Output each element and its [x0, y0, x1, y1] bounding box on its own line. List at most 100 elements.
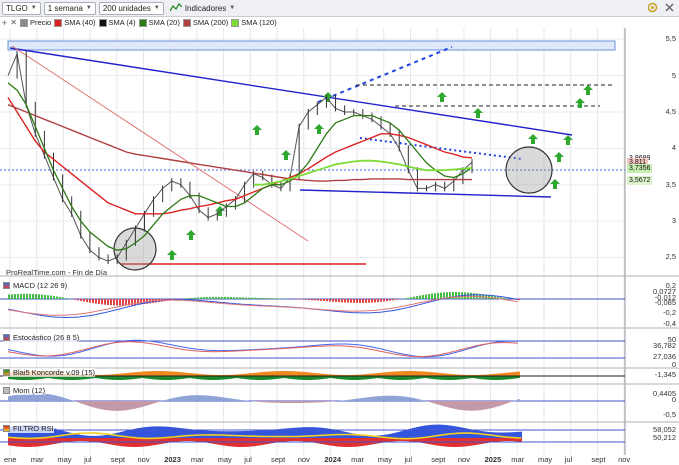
- month-label: nov: [137, 455, 150, 464]
- macd-bar: [248, 297, 250, 299]
- legend-item[interactable]: SMA (200): [182, 18, 228, 27]
- koncorde-bar: [216, 376, 218, 380]
- mom-bar: [186, 395, 188, 401]
- koncorde-bar: [490, 376, 492, 380]
- koncorde-bar: [184, 372, 186, 376]
- mom-bar: [20, 394, 22, 401]
- mom-bar: [124, 401, 126, 411]
- rsi-bar: [98, 435, 100, 438]
- mom-bar: [474, 401, 476, 411]
- ticker-selector[interactable]: TLGO ▼: [2, 1, 41, 15]
- up-arrow-icon: [550, 179, 560, 189]
- koncorde-bar: [342, 376, 344, 380]
- add-indicator-icon[interactable]: +: [2, 18, 7, 28]
- up-arrow-icon: [167, 250, 177, 260]
- units-selector[interactable]: 200 unidades ▼: [98, 1, 164, 15]
- koncorde-bar: [176, 371, 178, 376]
- koncorde-bar: [158, 376, 160, 380]
- koncorde-bar: [504, 376, 506, 380]
- stoch-label[interactable]: Estocástico (26 8 5): [3, 333, 80, 342]
- koncorde-bar: [266, 371, 268, 376]
- period-selector[interactable]: 1 semana ▼: [43, 1, 96, 15]
- rsi-bar: [426, 425, 428, 438]
- macd-bar: [377, 299, 379, 303]
- rsi-bar: [370, 438, 372, 445]
- macd-bar: [191, 297, 193, 299]
- koncorde-bar: [116, 376, 118, 380]
- koncorde-bar: [346, 376, 348, 380]
- legend-item[interactable]: SMA (20): [138, 18, 180, 27]
- koncorde-bar: [408, 371, 410, 376]
- close-icon[interactable]: [664, 2, 675, 13]
- koncorde-bar: [396, 376, 398, 380]
- ticker-label: TLGO: [6, 3, 28, 13]
- macd-bar: [20, 293, 22, 299]
- indicators-button[interactable]: Indicadores ▼: [167, 2, 238, 15]
- koncorde-bar: [294, 376, 296, 380]
- mom-bar: [266, 401, 268, 403]
- rsi-label[interactable]: FILTRO RSI: [3, 424, 54, 433]
- mom-bar: [54, 395, 56, 401]
- rsi-bar: [424, 438, 426, 444]
- trendline-lower: [299, 189, 552, 198]
- price-chart[interactable]: [0, 28, 679, 455]
- price-tick: 3: [671, 216, 676, 226]
- indicator-legend: + ✕ Precio SMA (40) SMA (4) SMA (20) SMA (20…: [0, 17, 600, 28]
- rsi-bar: [194, 429, 196, 438]
- koncorde-bar: [364, 376, 366, 380]
- rsi-bar: [68, 438, 70, 442]
- koncorde-bar: [460, 376, 462, 380]
- mom-bar: [190, 395, 192, 401]
- legend-item[interactable]: SMA (4): [98, 18, 136, 27]
- koncorde-bar: [268, 376, 270, 380]
- koncorde-bar: [294, 371, 296, 376]
- month-label: may: [217, 455, 232, 464]
- legend-item[interactable]: SMA (40): [54, 18, 96, 27]
- mom-bar: [468, 401, 470, 411]
- rsi-bar: [78, 434, 80, 438]
- mom-bar: [430, 401, 432, 403]
- mom-label[interactable]: Mom (12): [3, 386, 46, 395]
- rsi-bar: [158, 426, 160, 438]
- close-legend-icon[interactable]: ✕: [10, 18, 17, 27]
- mom-bar: [232, 398, 234, 401]
- up-arrow-icon: [252, 125, 262, 135]
- koncorde-bar: [350, 376, 352, 380]
- koncorde-label[interactable]: Blai5 Koncorde v.09 (15): [3, 368, 95, 377]
- koncorde-bar: [392, 371, 394, 376]
- legend-item[interactable]: Precio: [19, 18, 51, 27]
- mom-bar: [242, 400, 244, 401]
- koncorde-bar: [280, 371, 282, 376]
- macd-bar: [101, 299, 103, 305]
- mom-bar: [178, 396, 180, 401]
- macd-bar: [404, 298, 406, 299]
- rsi-bar: [180, 438, 182, 442]
- koncorde-bar: [510, 372, 512, 376]
- month-label: 2024: [324, 455, 342, 464]
- koncorde-bar: [434, 372, 436, 376]
- koncorde-bar: [386, 372, 388, 376]
- koncorde-bar: [512, 372, 514, 376]
- rsi-label-text: FILTRO RSI: [13, 424, 54, 433]
- mom-label-text: Mom (12): [13, 386, 46, 395]
- macd-bar: [272, 298, 274, 299]
- mom-bar: [138, 401, 140, 408]
- rsi-bar: [160, 438, 162, 445]
- macd-bar: [122, 299, 124, 306]
- macd-bar: [266, 298, 268, 299]
- macd-bar: [365, 299, 367, 303]
- koncorde-bar: [402, 371, 404, 376]
- mom-bar: [504, 401, 506, 405]
- settings-icon[interactable]: [647, 2, 658, 13]
- legend-item[interactable]: SMA (120): [231, 18, 277, 27]
- mom-bar: [322, 401, 324, 403]
- macd-label[interactable]: MACD (12 26 9): [3, 281, 68, 290]
- macd-bar: [38, 294, 40, 299]
- mom-bar: [120, 401, 122, 411]
- mom-bar: [214, 396, 216, 401]
- month-label: nov: [457, 455, 470, 464]
- rsi-bar: [76, 438, 78, 442]
- rsi-bar: [268, 438, 270, 444]
- rsi-bar: [288, 438, 290, 442]
- rsi-bar: [306, 438, 308, 442]
